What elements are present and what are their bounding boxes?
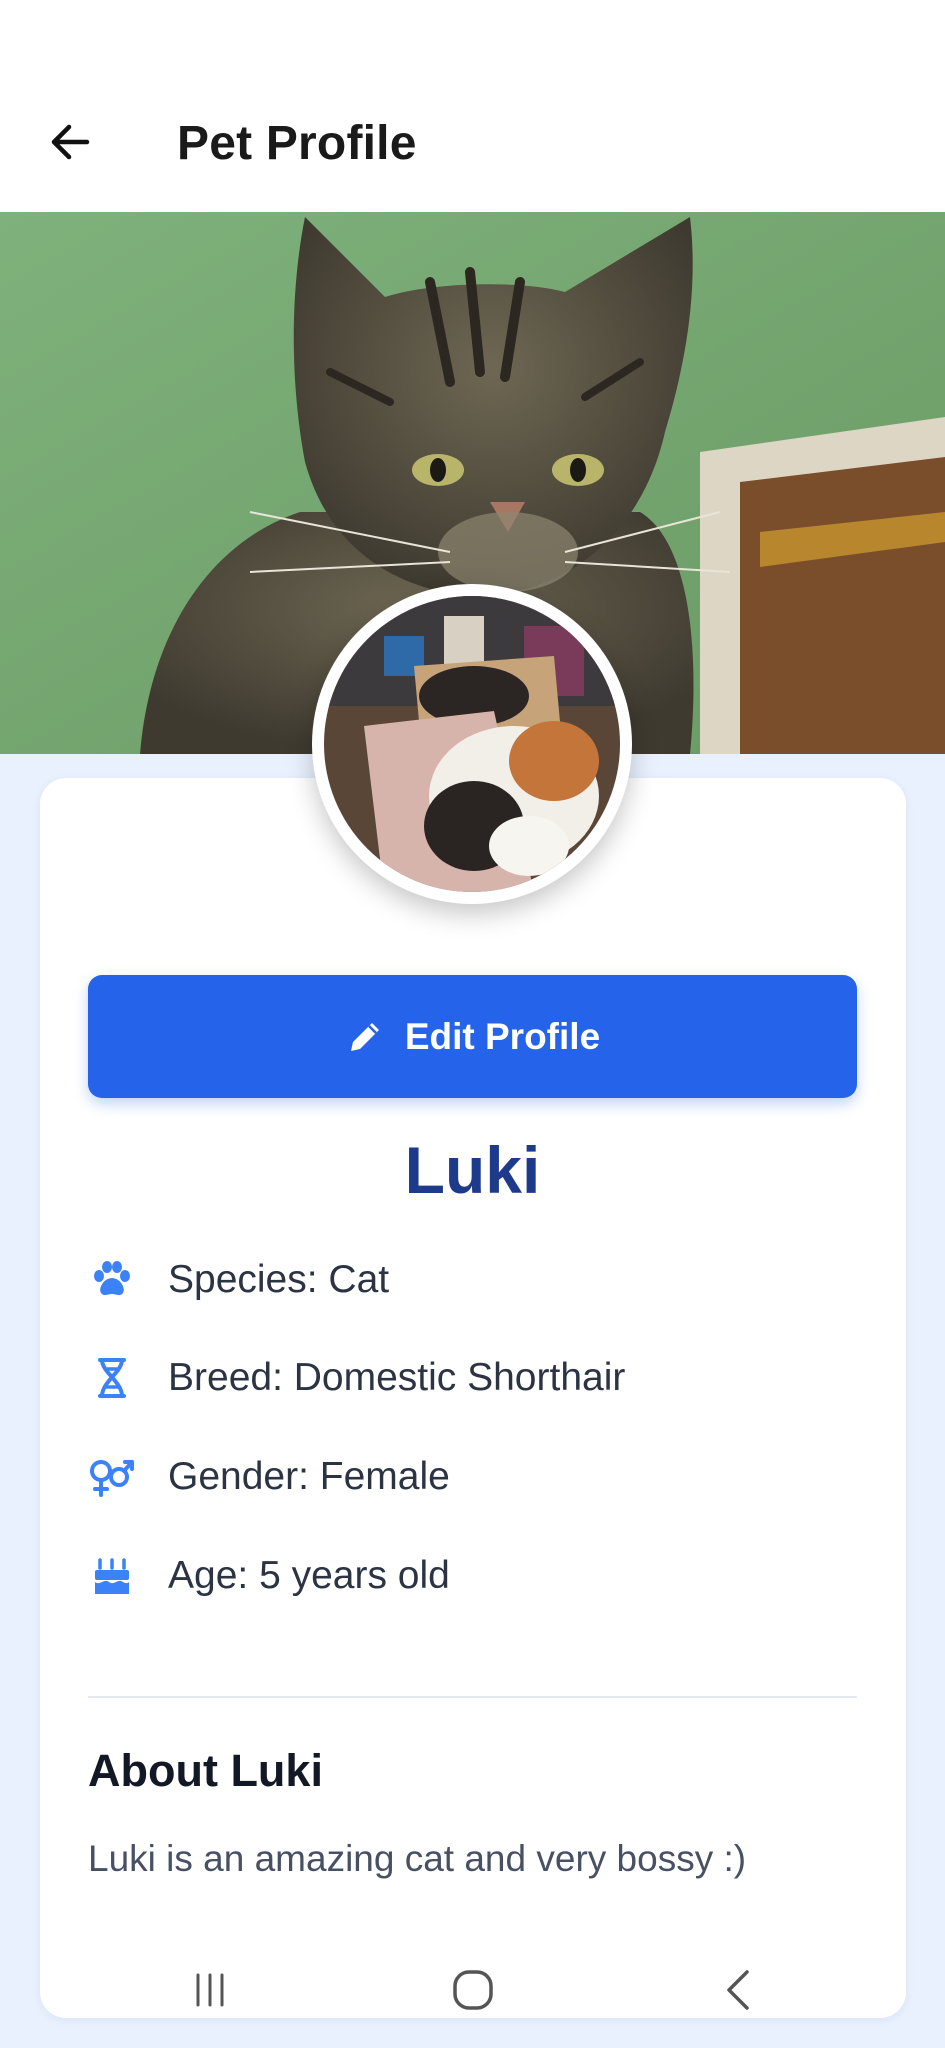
detail-age: Age: 5 years old [88,1544,450,1608]
edit-profile-button[interactable]: Edit Profile [88,975,857,1098]
nav-back-button[interactable] [704,1960,774,2020]
app-bar: Pet Profile [0,0,945,212]
chevron-left-icon [727,1970,749,2010]
gender-text: Gender: Female [168,1455,450,1498]
detail-gender: Gender: Female [88,1445,450,1509]
age-text: Age: 5 years old [168,1554,450,1597]
page-title: Pet Profile [177,117,417,170]
system-nav-bar [40,1950,906,2030]
edit-profile-label: Edit Profile [404,1015,601,1057]
breed-text: Breed: Domestic Shorthair [168,1356,626,1399]
back-button[interactable] [38,110,102,174]
section-divider [88,1696,857,1698]
pet-name: Luki [404,1133,541,1207]
home-button[interactable] [438,1960,508,2020]
home-icon [453,1970,493,2010]
gender-icon [88,1453,136,1501]
about-description: Luki is an amazing cat and very bossy :) [88,1838,747,1879]
pet-avatar[interactable] [312,584,632,904]
dna-icon [88,1354,136,1402]
species-text: Species: Cat [168,1258,390,1301]
recent-apps-icon [196,1973,224,2007]
detail-breed: Breed: Domestic Shorthair [88,1346,625,1410]
birthday-cake-icon [88,1552,136,1600]
paw-icon [88,1256,136,1304]
detail-species: Species: Cat [88,1248,389,1312]
pencil-icon [345,1017,385,1057]
recent-apps-button[interactable] [175,1960,245,2020]
about-heading: About Luki [88,1745,323,1796]
arrow-left-icon [51,124,90,160]
